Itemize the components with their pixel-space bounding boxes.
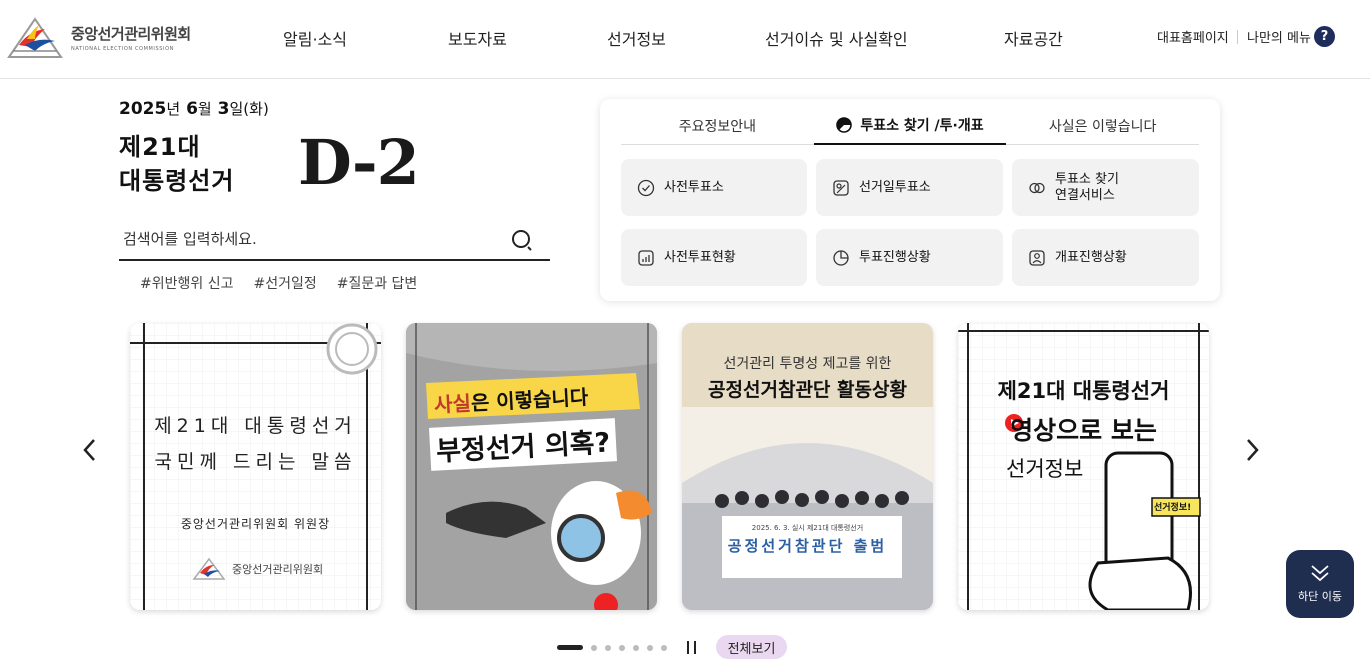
tab-polling-station-label: 투표소 찾기 /투·개표 <box>860 118 984 134</box>
main-homepage-link[interactable]: 대표홈페이지 <box>1157 27 1229 46</box>
nav-resources[interactable]: 자료공간 <box>1004 26 1063 50</box>
date-day-unit: 일 <box>229 100 244 118</box>
nav-election-info[interactable]: 선거정보 <box>607 26 666 50</box>
voting-progress-label: 투표진행상황 <box>859 249 931 265</box>
person-icon <box>1029 249 1045 266</box>
station-finder-link-button[interactable]: 투표소 찾기 연결서비스 <box>1012 159 1199 216</box>
card1-line1: 제21대 대통령선거 <box>154 415 357 437</box>
card1-signature: 중앙선거관리위원회 위원장 <box>180 517 331 531</box>
card2-line1-rest: 은 이렇습니다 <box>470 384 589 416</box>
tab-fact-check-label: 사실은 이렇습니다 <box>1048 118 1157 135</box>
panel-tabs: 주요정보안내 투표소 찾기 /투·개표 사실은 이렇습니다 <box>621 107 1199 145</box>
nav-election-issues[interactable]: 선거이슈 및 사실확인 <box>765 26 908 50</box>
tab-polling-station[interactable]: 투표소 찾기 /투·개표 <box>813 107 1007 145</box>
election-name-line1: 제21대 <box>119 133 201 161</box>
date-weekday: (화) <box>243 100 269 118</box>
quick-info-panel: 주요정보안내 투표소 찾기 /투·개표 사실은 이렇습니다 사전투표소 선거일투… <box>600 99 1220 301</box>
tab-main-info[interactable]: 주요정보안내 <box>621 107 814 144</box>
pie-chart-icon <box>836 117 853 133</box>
counting-progress-button[interactable]: 개표진행상황 <box>1012 229 1199 286</box>
date-year-unit: 년 <box>166 100 181 118</box>
banner-card-address[interactable]: 제21대 대통령선거 국민께 드리는 말씀 중앙선거관리위원회 위원장 중앙선거… <box>130 323 381 610</box>
nav-notice[interactable]: 알림·소식 <box>283 26 347 50</box>
pause-icon[interactable] <box>686 641 698 654</box>
logo-subtitle: NATIONAL ELECTION COMMISSION <box>71 45 174 52</box>
carousel-indicator-dot[interactable] <box>633 645 639 651</box>
banner-card-video[interactable]: 제21대 대통령선거 영상으로 보는 선거정보 선거정보! <box>958 323 1209 610</box>
tab-fact-check[interactable]: 사실은 이렇습니다 <box>1006 107 1199 144</box>
nec-mini-logo-icon <box>192 557 226 580</box>
card2-highlight: 사실 <box>433 391 472 418</box>
card1-line2: 국민께 드리는 말씀 <box>154 451 357 473</box>
carousel-indicator-dot[interactable] <box>661 645 667 651</box>
card1-logo-text: 중앙선거관리위원회 <box>232 563 324 576</box>
quick-button-grid: 사전투표소 선거일투표소 투표소 찾기 연결서비스 사전투표현황 투표진행상황 … <box>621 159 1199 286</box>
site-logo[interactable]: 중앙선거관리위원회 NATIONAL ELECTION COMMISSION <box>5 14 195 60</box>
my-menu-link[interactable]: 나만의 메뉴 <box>1247 27 1311 46</box>
card4-badge: 선거정보! <box>1154 503 1192 513</box>
early-voting-status-button[interactable]: 사전투표현황 <box>621 229 807 286</box>
view-all-button[interactable]: 전체보기 <box>716 635 787 659</box>
voting-progress-button[interactable]: 투표진행상황 <box>816 229 1003 286</box>
help-icon[interactable]: ? <box>1314 26 1335 47</box>
carousel-indicator-active[interactable] <box>557 645 583 650</box>
nec-logo-icon <box>5 15 65 59</box>
date-month-unit: 월 <box>197 100 212 118</box>
card4-artwork <box>958 323 1209 610</box>
tag-faq[interactable]: #질문과 답변 <box>337 273 418 293</box>
card4-line3: 선거정보 <box>1006 457 1084 481</box>
carousel-indicator-dot[interactable] <box>591 645 597 651</box>
carousel-indicator-dot[interactable] <box>647 645 653 651</box>
election-name: 제21대 대통령선거 <box>119 130 234 198</box>
date-month: 6 <box>186 99 198 119</box>
check-circle-icon <box>637 179 655 196</box>
d-day-counter: D-2 <box>298 126 420 199</box>
double-chevron-down-icon <box>1311 565 1329 582</box>
bar-chart-icon <box>638 249 654 266</box>
carousel-next-icon[interactable] <box>1242 435 1262 465</box>
tag-violation-report[interactable]: #위반행위 신고 <box>140 273 233 293</box>
search-box <box>119 220 550 261</box>
ballot-icon <box>833 179 849 196</box>
carousel-indicator-dot[interactable] <box>619 645 625 651</box>
election-day-station-label: 선거일투표소 <box>859 179 931 195</box>
card3-line1: 선거관리 투명성 제고를 위한 <box>723 356 892 372</box>
search-icon[interactable] <box>511 228 535 252</box>
early-voting-station-button[interactable]: 사전투표소 <box>621 159 807 216</box>
station-finder-link-label: 투표소 찾기 연결서비스 <box>1055 171 1119 203</box>
search-tags: #위반행위 신고 #선거일정 #질문과 답변 <box>140 273 417 293</box>
early-voting-station-label: 사전투표소 <box>664 179 724 195</box>
util-divider <box>1237 30 1238 44</box>
scroll-to-bottom-label: 하단 이동 <box>1298 590 1342 603</box>
nav-press[interactable]: 보도자료 <box>448 26 507 50</box>
link-icon <box>1029 182 1045 193</box>
counting-progress-label: 개표진행상황 <box>1055 249 1127 265</box>
scroll-to-bottom-button[interactable]: 하단 이동 <box>1286 550 1354 618</box>
card3-line2: 공정선거참관단 활동상황 <box>708 379 907 401</box>
date-year: 2025 <box>119 99 167 119</box>
election-day-station-button[interactable]: 선거일투표소 <box>816 159 1003 216</box>
date-day: 3 <box>217 99 230 119</box>
early-voting-status-label: 사전투표현황 <box>664 249 736 265</box>
election-date: 2025년 6월 3일(화) <box>119 98 269 119</box>
logo-title: 중앙선거관리위원회 <box>71 24 191 43</box>
banner-card-observers[interactable]: 선거관리 투명성 제고를 위한 공정선거참관단 활동상황 2025. 6. 3.… <box>682 323 933 610</box>
banner-card-fact-check[interactable]: 사실은 이렇습니다 부정선거 의혹? <box>406 323 657 610</box>
carousel-indicator-dot[interactable] <box>605 645 611 651</box>
tag-election-schedule[interactable]: #선거일정 <box>253 273 316 293</box>
tab-main-info-label: 주요정보안내 <box>678 118 756 135</box>
search-input[interactable] <box>123 224 503 254</box>
card3-banner: 공정선거참관단 출범 <box>727 537 888 555</box>
election-name-line2: 대통령선거 <box>119 167 235 195</box>
card4-line2: 영상으로 보는 <box>1010 416 1157 445</box>
pie-icon <box>833 249 849 266</box>
carousel-prev-icon[interactable] <box>80 435 100 465</box>
card4-line1: 제21대 대통령선거 <box>997 379 1170 403</box>
card1-logo: 중앙선거관리위원회 <box>192 557 323 581</box>
site-header: 중앙선거관리위원회 NATIONAL ELECTION COMMISSION 알… <box>0 0 1370 79</box>
card3-banner-small: 2025. 6. 3. 실시 제21대 대통령선거 <box>751 524 864 532</box>
